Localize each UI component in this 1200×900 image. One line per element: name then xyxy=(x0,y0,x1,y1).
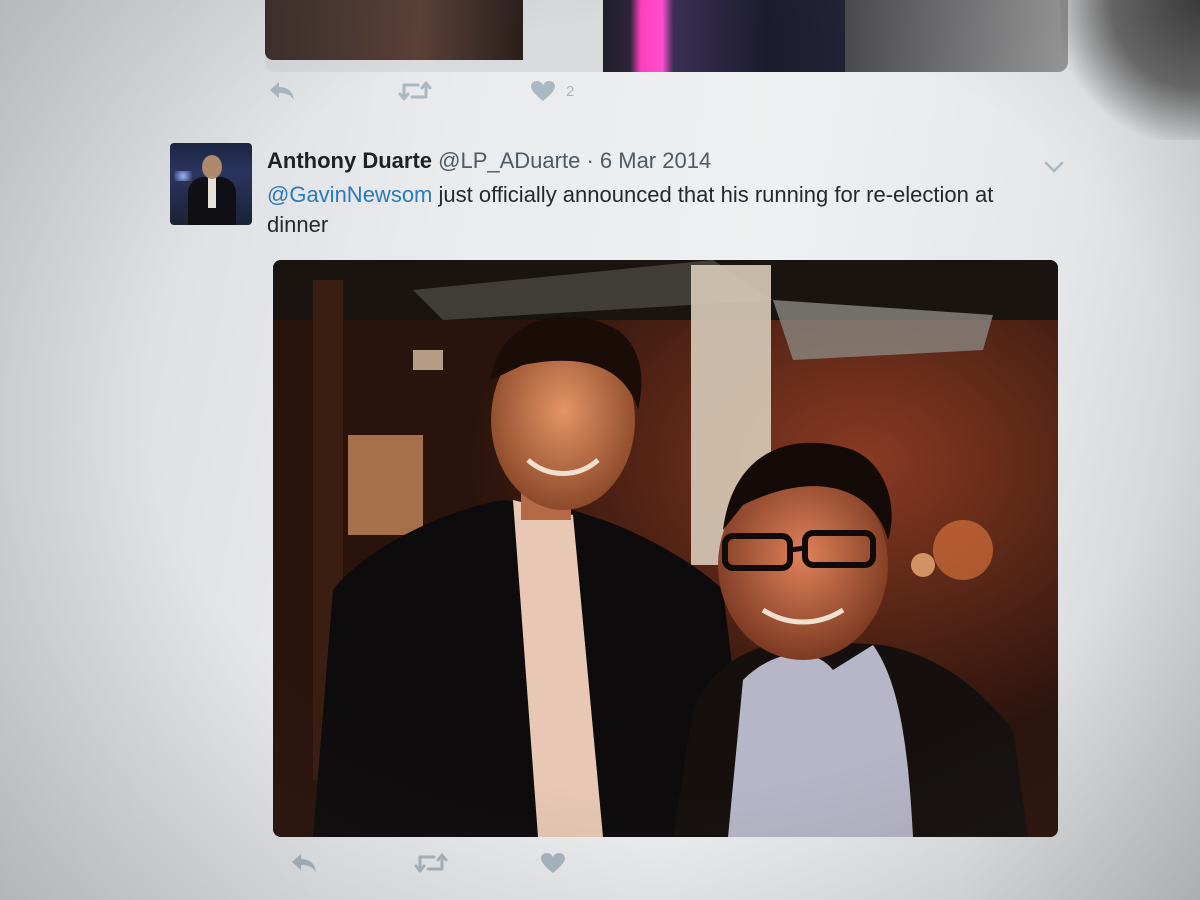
header-separator: · xyxy=(586,148,594,173)
like-button[interactable]: 2 xyxy=(530,80,574,102)
like-count: 2 xyxy=(566,82,575,100)
heart-icon xyxy=(530,80,556,102)
tweet-text: @GavinNewsom just officially announced t… xyxy=(267,180,1027,240)
author-name[interactable]: Anthony Duarte xyxy=(267,148,432,173)
tweet-photo[interactable] xyxy=(273,260,1058,837)
reply-button[interactable] xyxy=(268,80,296,102)
like-button[interactable] xyxy=(540,852,566,874)
retweet-icon xyxy=(398,80,432,102)
retweet-button[interactable] xyxy=(414,852,448,874)
author-handle[interactable]: @LP_ADuarte xyxy=(438,148,580,173)
previous-tweet-actions: 2 xyxy=(268,80,574,102)
previous-tweet-photo[interactable] xyxy=(265,0,1068,72)
reply-icon xyxy=(268,80,296,102)
reply-icon xyxy=(290,852,318,874)
retweet-button[interactable] xyxy=(398,80,432,102)
tweet-actions xyxy=(290,852,566,874)
avatar[interactable] xyxy=(170,143,252,225)
more-options-button[interactable] xyxy=(1044,160,1064,178)
heart-icon xyxy=(540,852,566,874)
retweet-icon xyxy=(414,852,448,874)
tweet-date[interactable]: 6 Mar 2014 xyxy=(600,148,711,173)
mention-link[interactable]: @GavinNewsom xyxy=(267,182,432,207)
monitor-bezel-corner xyxy=(1060,0,1200,140)
reply-button[interactable] xyxy=(290,852,318,874)
tweet-header: Anthony Duarte @LP_ADuarte · 6 Mar 2014 xyxy=(267,148,711,174)
chevron-down-icon xyxy=(1044,160,1064,177)
